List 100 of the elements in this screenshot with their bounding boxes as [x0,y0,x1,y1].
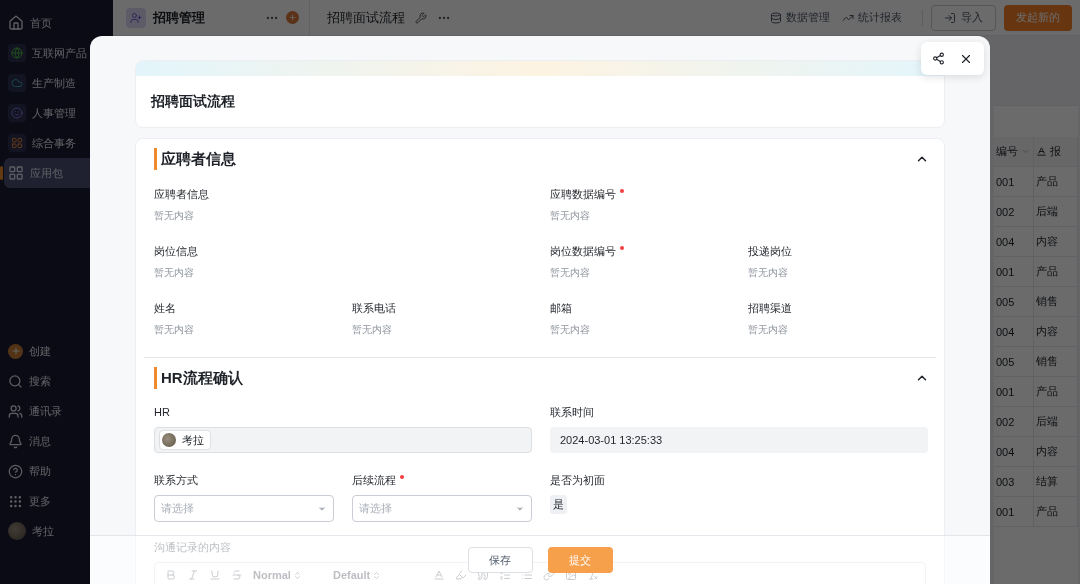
table-cell: 后端 [1034,197,1078,226]
table-cell: 002 [994,407,1034,436]
caret-icon [1021,147,1030,156]
import-button[interactable]: 导入 [931,4,996,31]
avatar-icon [8,522,26,540]
table-cell: 后端 [1034,407,1078,436]
grid-icon [8,493,23,509]
table-cell: 003 [994,467,1034,496]
share-icon[interactable] [930,50,947,67]
member-name: 考拉 [182,432,204,448]
table-cell: 内容 [1034,317,1078,346]
table-cell: 005 [994,287,1034,316]
home-icon [8,15,24,31]
field-label: 邮箱 [550,301,572,315]
add-icon[interactable] [286,11,299,24]
bell-icon [8,433,23,449]
datetime-field[interactable]: 2024-03-01 13:25:33 [550,427,928,453]
sidebar-item[interactable]: 搜索 [4,366,107,396]
grid-icon [8,165,24,181]
sidebar-item[interactable]: 通讯录 [4,396,107,426]
plus-icon [8,343,23,359]
updown-caret-icon [292,570,302,580]
table-cell: 002 [994,197,1034,226]
sidebar-item[interactable]: 更多 [4,486,107,516]
sidebar-item[interactable]: 创建 [4,336,107,366]
table-cell: 004 [994,437,1034,466]
field-label: 后续流程 [352,473,396,487]
sidebar-item[interactable]: 互联网产品 [4,38,107,68]
save-button[interactable]: 保存 [467,547,533,573]
select-field[interactable]: 请选择 [352,495,532,522]
table-cell: 001 [994,167,1034,196]
submit-button[interactable]: 提交 [547,547,613,573]
sidebar-item[interactable]: 消息 [4,426,107,456]
updown-caret-icon [372,570,382,580]
format-select[interactable]: Normal [253,569,323,581]
table-cell: 004 [994,317,1034,346]
new-button[interactable]: 发起新的 [1004,4,1072,31]
field-value: 暂无内容 [154,323,194,337]
sidebar-item[interactable]: 首页 [4,8,107,38]
avatar-icon [162,433,176,447]
toolbar-link[interactable]: 数据管理 [770,10,830,25]
help-icon [8,463,23,479]
field-value: 暂无内容 [748,266,788,280]
field-label: 应聘数据编号 [550,187,616,201]
member-field[interactable]: 考拉 [154,427,532,453]
table-cell: 产品 [1034,257,1078,286]
page-title: 招聘面试流程 [327,8,405,27]
table-cell: 001 [994,257,1034,286]
field-value: 暂无内容 [352,323,392,337]
bold-icon[interactable] [165,569,177,581]
field-label: 沟通记录的内容 [154,540,231,554]
table-cell: 004 [994,227,1034,256]
import-icon [944,11,956,24]
field-label: 招聘渠道 [748,301,792,315]
field-label: 是否为初面 [550,473,605,487]
sidebar-item[interactable]: 人事管理 [4,98,107,128]
search-icon [8,373,23,389]
select-field[interactable]: 请选择 [154,495,334,522]
field-label: 联系方式 [154,473,198,487]
field-label: HR [154,405,170,419]
app-icon [126,7,146,28]
underline-icon[interactable] [209,569,221,581]
field-label: 联系时间 [550,405,594,419]
user-profile[interactable]: 考拉 [4,516,107,546]
grid-icon [8,134,26,152]
toolbar-link[interactable]: 统计报表 [842,10,902,25]
wrench-icon[interactable] [415,11,427,24]
table-cell: 005 [994,347,1034,376]
globe-icon [8,44,26,62]
sidebar-item[interactable]: 帮助 [4,456,107,486]
highlighter-icon[interactable] [455,569,467,581]
table-cell: 结算 [1034,467,1078,496]
section-title: HR流程确认 [154,367,243,389]
value-tag: 是 [550,495,567,514]
table-cell: 001 [994,377,1034,406]
table-cell: 销售 [1034,287,1078,316]
column-header: 编号 [994,137,1034,166]
field-label: 应聘者信息 [154,187,209,201]
table-cell: 内容 [1034,437,1078,466]
text-color-icon[interactable] [433,569,445,581]
contacts-icon [8,403,23,419]
table-cell: 内容 [1034,227,1078,256]
text-field-icon [1036,146,1047,157]
sidebar-item[interactable]: 生产制造 [4,68,107,98]
dialog-title: 招聘面试流程 [149,91,236,111]
field-value: 暂无内容 [748,323,788,337]
field-label: 岗位信息 [154,244,198,258]
section-title: 应聘者信息 [154,148,236,170]
sidebar-item[interactable]: 综合事务 [4,128,107,158]
table-cell: 产品 [1034,497,1078,526]
field-label: 岗位数据编号 [550,244,616,258]
italic-icon[interactable] [187,569,199,581]
table-cell: 产品 [1034,377,1078,406]
field-label: 姓名 [154,301,176,315]
table-cell: 销售 [1034,347,1078,376]
column-header: 报 [1034,137,1078,166]
format-select[interactable]: Default [333,569,423,581]
strikethrough-icon[interactable] [231,569,243,581]
field-value: 暂无内容 [550,323,590,337]
database-icon [770,11,782,24]
